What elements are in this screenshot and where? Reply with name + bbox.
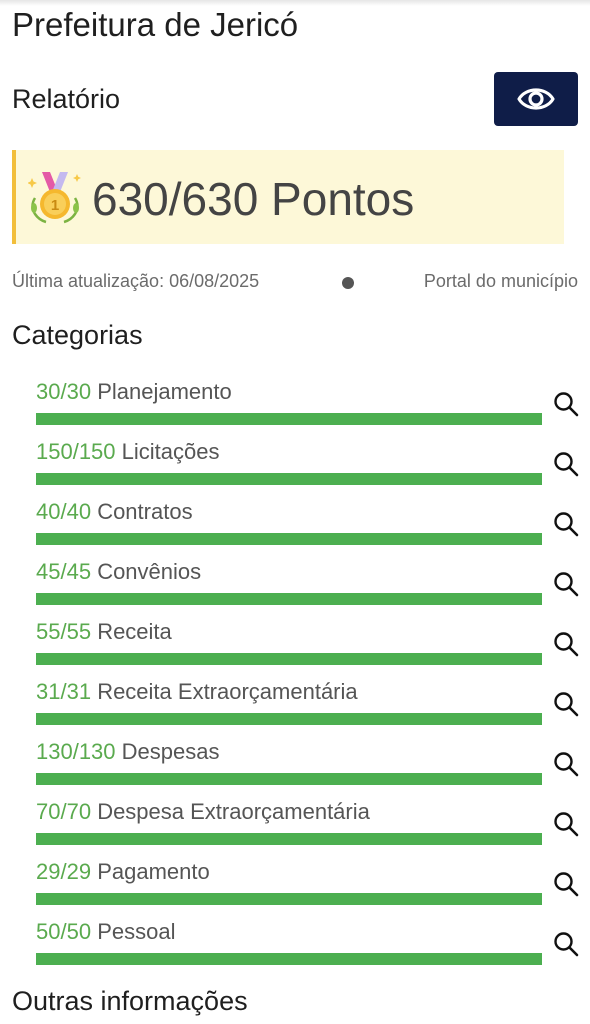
category-progress-fill — [36, 953, 542, 965]
category-name: Planejamento — [97, 379, 232, 404]
category-label: 31/31 Receita Extraorçamentária — [36, 679, 358, 705]
category-score: 45/45 — [36, 559, 92, 584]
category-progress-bar — [36, 713, 542, 725]
other-info-heading: Outras informações — [12, 986, 248, 1016]
category-label: 130/130 Despesas — [36, 739, 220, 765]
category-label: 70/70 Despesa Extraorçamentária — [36, 799, 370, 825]
category-name: Receita — [97, 619, 172, 644]
category-score: 29/29 — [36, 859, 92, 884]
search-icon[interactable] — [552, 690, 580, 718]
category-name: Despesas — [121, 739, 220, 764]
search-icon[interactable] — [552, 870, 580, 898]
search-icon[interactable] — [552, 750, 580, 778]
category-progress-fill — [36, 713, 542, 725]
categories-list: 30/30 Planejamento 150/150 Licitações 40/4… — [0, 372, 590, 972]
search-icon[interactable] — [552, 930, 580, 958]
category-progress-bar — [36, 833, 542, 845]
page-title: Prefeitura de Jericó — [12, 6, 299, 43]
category-progress-fill — [36, 533, 542, 545]
category-score: 40/40 — [36, 499, 92, 524]
score-total: 630/630 Pontos — [92, 173, 415, 225]
category-name: Despesa Extraorçamentária — [97, 799, 370, 824]
category-progress-bar — [36, 773, 542, 785]
category-score: 31/31 — [36, 679, 92, 704]
category-progress-bar — [36, 533, 542, 545]
category-row: 50/50 Pessoal — [0, 912, 590, 972]
search-icon[interactable] — [552, 450, 580, 478]
category-row: 130/130 Despesas — [0, 732, 590, 792]
svg-text:1: 1 — [51, 197, 59, 214]
separator-dot — [342, 277, 354, 289]
categories-heading: Categorias — [12, 320, 143, 350]
category-name: Contratos — [97, 499, 193, 524]
category-row: 70/70 Despesa Extraorçamentária — [0, 792, 590, 852]
category-name: Pagamento — [97, 859, 210, 884]
category-row: 55/55 Receita — [0, 612, 590, 672]
category-score: 70/70 — [36, 799, 92, 824]
search-icon[interactable] — [552, 390, 580, 418]
category-label: 29/29 Pagamento — [36, 859, 210, 885]
score-summary: 1 630/630 Pontos — [12, 150, 564, 244]
portal-link[interactable]: Portal do município — [424, 271, 578, 292]
category-progress-bar — [36, 953, 542, 965]
category-row: 31/31 Receita Extraorçamentária — [0, 672, 590, 732]
category-progress-fill — [36, 473, 542, 485]
category-label: 50/50 Pessoal — [36, 919, 175, 945]
category-label: 40/40 Contratos — [36, 499, 193, 525]
category-progress-bar — [36, 593, 542, 605]
category-progress-bar — [36, 893, 542, 905]
category-progress-fill — [36, 893, 542, 905]
category-progress-fill — [36, 833, 542, 845]
category-row: 45/45 Convênios — [0, 552, 590, 612]
category-score: 50/50 — [36, 919, 92, 944]
category-score: 30/30 — [36, 379, 92, 404]
category-label: 45/45 Convênios — [36, 559, 201, 585]
category-progress-bar — [36, 413, 542, 425]
report-label: Relatório — [12, 84, 121, 114]
category-progress-bar — [36, 473, 542, 485]
search-icon[interactable] — [552, 810, 580, 838]
category-row: 150/150 Licitações — [0, 432, 590, 492]
eye-icon — [517, 88, 555, 110]
category-score: 130/130 — [36, 739, 116, 764]
category-progress-fill — [36, 413, 542, 425]
category-row: 40/40 Contratos — [0, 492, 590, 552]
category-row: 29/29 Pagamento — [0, 852, 590, 912]
category-label: 150/150 Licitações — [36, 439, 220, 465]
search-icon[interactable] — [552, 570, 580, 598]
category-name: Pessoal — [97, 919, 176, 944]
category-label: 55/55 Receita — [36, 619, 172, 645]
category-name: Receita Extraorçamentária — [97, 679, 358, 704]
category-progress-fill — [36, 653, 542, 665]
gold-medal-icon: 1 — [28, 172, 81, 224]
view-report-button[interactable] — [494, 72, 578, 126]
category-row: 30/30 Planejamento — [0, 372, 590, 432]
category-progress-fill — [36, 593, 542, 605]
category-name: Licitações — [121, 439, 220, 464]
search-icon[interactable] — [552, 630, 580, 658]
category-name: Convênios — [97, 559, 202, 584]
category-progress-bar — [36, 653, 542, 665]
category-progress-fill — [36, 773, 542, 785]
last-update-text: Última atualização: 06/08/2025 — [12, 271, 260, 291]
search-icon[interactable] — [552, 510, 580, 538]
category-score: 150/150 — [36, 439, 116, 464]
category-score: 55/55 — [36, 619, 92, 644]
category-label: 30/30 Planejamento — [36, 379, 232, 405]
